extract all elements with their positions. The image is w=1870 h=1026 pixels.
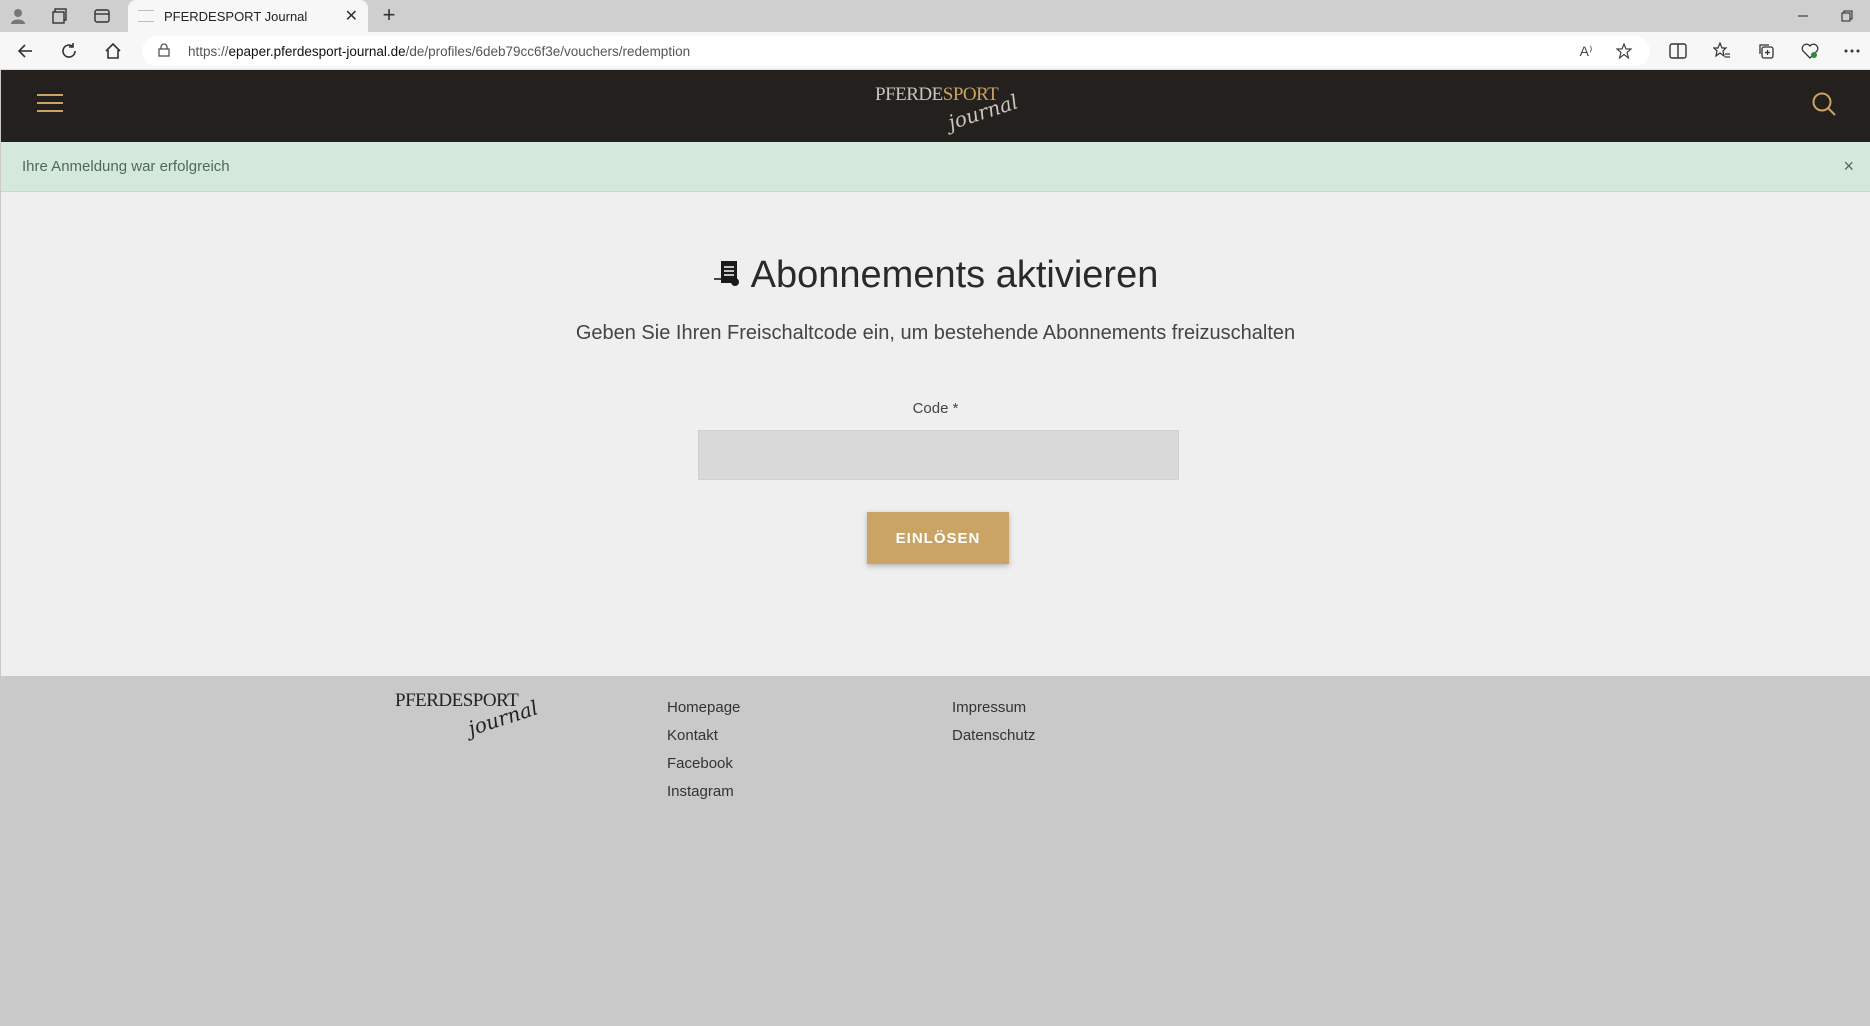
site-header: PFERDESPORT journal (1, 70, 1870, 142)
browser-essentials-icon[interactable] (1796, 39, 1824, 63)
site-logo[interactable]: PFERDESPORT journal (875, 84, 1021, 135)
site-favicon-icon (138, 10, 154, 22)
tab-close-icon[interactable]: ✕ (345, 6, 358, 26)
footer-logo[interactable]: PFERDESPORT journal (395, 690, 541, 750)
main-content: Abonnements aktivieren Geben Sie Ihren F… (1, 192, 1870, 676)
menu-icon[interactable] (37, 94, 63, 114)
footer-links-legal: Impressum Datenschutz (952, 694, 1035, 750)
url-host: epaper.pferdesport-journal.de (228, 43, 406, 59)
footer-link-facebook[interactable]: Facebook (667, 750, 740, 778)
code-label: Code * (912, 400, 959, 417)
redeem-button[interactable]: EINLÖSEN (867, 512, 1009, 564)
split-screen-icon[interactable] (1664, 39, 1692, 63)
document-icon (713, 256, 743, 286)
profile-icon[interactable] (4, 4, 32, 28)
active-tab[interactable]: PFERDESPORT Journal ✕ (128, 0, 368, 32)
tab-actions-icon[interactable] (88, 4, 116, 28)
site-footer: PFERDESPORT journal Homepage Kontakt Fac… (1, 676, 1870, 1026)
lock-icon[interactable] (158, 42, 174, 60)
refresh-icon[interactable] (54, 37, 84, 65)
footer-link-impressum[interactable]: Impressum (952, 694, 1035, 722)
tab-title: PFERDESPORT Journal (164, 8, 308, 24)
page-title-text: Abonnements aktivieren (750, 254, 1159, 296)
collections-icon[interactable] (1752, 39, 1780, 63)
footer-link-kontakt[interactable]: Kontakt (667, 722, 740, 750)
footer-link-instagram[interactable]: Instagram (667, 778, 740, 806)
restore-icon[interactable] (1824, 0, 1870, 32)
footer-links-primary: Homepage Kontakt Facebook Instagram (667, 694, 740, 806)
footer-link-datenschutz[interactable]: Datenschutz (952, 722, 1035, 750)
workspaces-icon[interactable] (46, 4, 74, 28)
url-scheme: https:// (188, 43, 229, 59)
browser-window: PFERDESPORT Journal ✕ + https://epaper.p… (0, 0, 1870, 1026)
url-path: /de/profiles/6deb79cc6f3e/vouchers/redem… (405, 43, 691, 59)
footer-link-homepage[interactable]: Homepage (667, 694, 740, 722)
success-alert: Ihre Anmeldung war erfolgreich × (1, 142, 1870, 192)
minimize-icon[interactable] (1780, 0, 1826, 32)
back-icon[interactable] (10, 37, 40, 65)
tab-strip: PFERDESPORT Journal ✕ + (0, 0, 1870, 32)
favorite-star-icon[interactable] (1612, 40, 1636, 62)
code-input[interactable] (698, 430, 1179, 480)
page-subtitle: Geben Sie Ihren Freischaltcode ein, um b… (575, 322, 1296, 344)
page-title: Abonnements aktivieren (1, 254, 1870, 297)
favorites-icon[interactable] (1708, 39, 1736, 63)
read-aloud-icon[interactable]: A⁾ (1574, 40, 1598, 62)
alert-message: Ihre Anmeldung war erfolgreich (22, 158, 230, 175)
more-menu-icon[interactable] (1838, 39, 1866, 63)
logo-text-pferde: PFERDE (875, 84, 943, 105)
search-icon[interactable] (1810, 90, 1838, 118)
address-bar[interactable]: https://epaper.pferdesport-journal.de/de… (142, 36, 1650, 66)
alert-close-icon[interactable]: × (1843, 156, 1854, 177)
browser-toolbar: https://epaper.pferdesport-journal.de/de… (0, 32, 1870, 70)
new-tab-button[interactable]: + (376, 4, 402, 28)
home-icon[interactable] (98, 37, 128, 65)
